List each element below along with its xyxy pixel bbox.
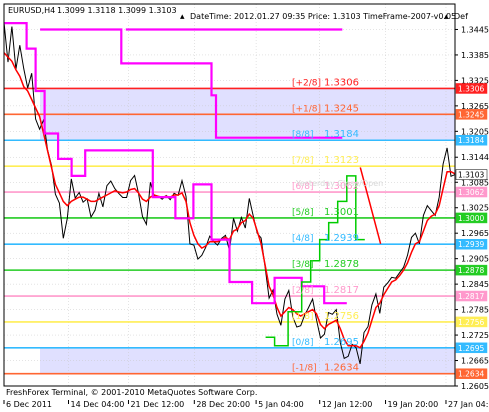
price-tick-label: 1.3144 <box>461 153 489 162</box>
time-tick-label: 27 Jan 04:00 <box>448 400 489 409</box>
more-icon[interactable]: Def <box>454 12 468 21</box>
price-tag-label: 1.2695 <box>458 344 484 353</box>
time-tick-label: 6 Dec 2011 <box>6 400 52 409</box>
time-axis: 6 Dec 2011 14 Dec 04:00 21 Dec 12:00 28 Dec… <box>3 400 489 409</box>
murrey-level-label: [-1/8] <box>292 364 317 374</box>
settings-icon[interactable]: ▴ <box>180 12 185 22</box>
murrey-level-label: [2/8] <box>292 286 314 296</box>
time-tick-label: 14 Dec 04:00 <box>70 400 124 409</box>
time-tick-label: 28 Dec 20:00 <box>196 400 250 409</box>
price-tag-label: 1.3306 <box>458 84 484 93</box>
murrey-level-label: [7/8] <box>292 156 314 166</box>
price-tick-label: 1.2965 <box>461 229 489 238</box>
chart-container[interactable]: [+2/8] 1.3306 [+1/8] 1.3245 [8/8] 1.3184 [7/8]… <box>0 0 489 412</box>
price-tick-label: 1.3025 <box>461 204 489 213</box>
info-label: DateTime: 2012.01.27 09:35 Price: 1.3103… <box>190 12 456 21</box>
price-tick-label: 1.2785 <box>461 306 489 315</box>
murrey-level-value: 1.2634 <box>324 363 359 374</box>
murrey-level-value: 1.2756 <box>324 311 359 322</box>
murrey-level-label: [8/8] <box>292 130 314 140</box>
murrey-level-value: 1.2695 <box>324 337 359 348</box>
price-tick-label: 1.2605 <box>461 382 489 391</box>
price-tag-label: 1.3103 <box>458 171 484 180</box>
price-tag-label: 1.3245 <box>458 110 484 119</box>
scroll-up-icon[interactable]: ▴ <box>444 12 449 22</box>
price-tag-label: 1.2878 <box>458 266 484 275</box>
price-tick-label: 1.3205 <box>461 127 489 136</box>
price-tick-label: 1.2725 <box>461 331 489 340</box>
murrey-level-label: [+1/8] <box>292 104 321 114</box>
murrey-level-label: [5/8] <box>292 208 314 218</box>
price-tick-label: 1.2665 <box>461 357 489 366</box>
murrey-level-label: [1/8] <box>292 312 314 322</box>
price-tag-label: 1.2817 <box>458 292 484 301</box>
murrey-level-value: 1.3001 <box>324 207 359 218</box>
murrey-level-value: 1.3123 <box>324 155 359 166</box>
price-tag-label: 1.2756 <box>458 318 484 327</box>
time-tick-label: 19 Jan 20:00 <box>388 400 439 409</box>
murrey-level-label: [+2/8] <box>292 78 321 88</box>
price-tag-label: 1.3062 <box>458 188 484 197</box>
price-tag-label: 1.3000 <box>458 214 484 223</box>
time-tick-label: 21 Dec 12:00 <box>130 400 184 409</box>
price-tag-label: 1.2939 <box>458 240 484 249</box>
price-axis: 1.34451.33851.33251.32651.32051.31441.30… <box>455 25 489 391</box>
murrey-level-value: 1.3306 <box>324 77 359 88</box>
copyright-label: FreshForex Terminal, © 2001-2010 MetaQuo… <box>6 388 257 397</box>
murrey-level-value: 1.2939 <box>324 233 359 244</box>
murrey-level-label: [3/8] <box>292 260 314 270</box>
murrey-level-value: 1.3245 <box>324 103 359 114</box>
price-tick-label: 1.2905 <box>461 255 489 264</box>
murrey-level-value: 1.2878 <box>324 259 359 270</box>
symbol-label: EURUSD,H4 <box>8 6 55 15</box>
price-chart[interactable]: [+2/8] 1.3306[+1/8] 1.3245[8/8] 1.3184[7/8]… <box>0 0 489 412</box>
watermark-text: Yesterday Close/Open <box>295 179 383 188</box>
murrey-level-value: 1.2817 <box>324 285 359 296</box>
time-tick-label: 5 Jan 04:00 <box>258 400 304 409</box>
price-tick-label: 1.2845 <box>461 280 489 289</box>
ohlc-label: 1.3099 1.3118 1.3099 1.3103 <box>57 6 177 15</box>
price-tag-label: 1.3184 <box>458 136 484 145</box>
murrey-level-label: [0/8] <box>292 338 314 348</box>
price-tick-label: 1.3445 <box>461 25 489 34</box>
price-tag-label: 1.2634 <box>458 370 484 379</box>
time-tick-label: 12 Jan 12:00 <box>322 400 373 409</box>
murrey-level-label: [4/8] <box>292 234 314 244</box>
murrey-level-value: 1.3184 <box>324 129 359 140</box>
price-tick-label: 1.3385 <box>461 51 489 60</box>
